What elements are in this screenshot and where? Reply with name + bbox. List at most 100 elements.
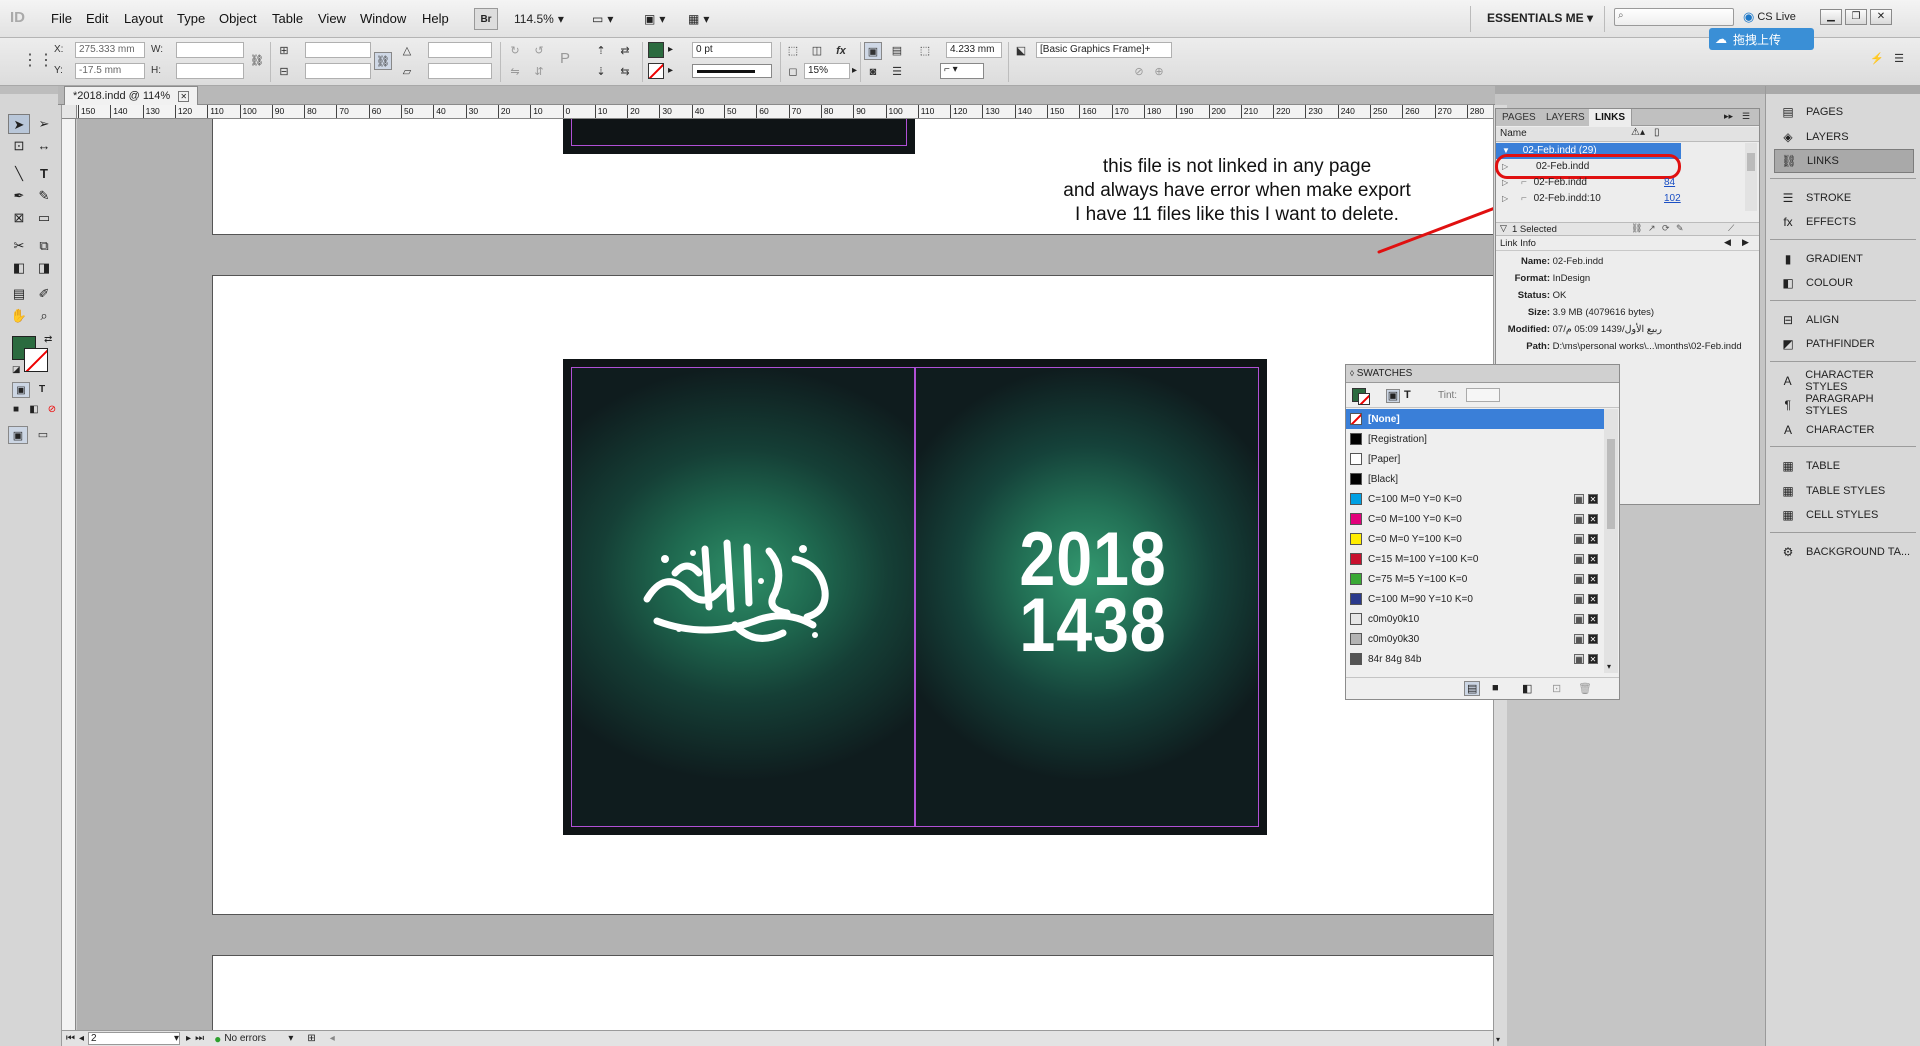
rotate-angle-field[interactable] (428, 42, 492, 58)
next-page-icon[interactable]: ▸ (186, 1033, 191, 1044)
reference-point-icon[interactable]: ⋮⋮ (22, 50, 54, 70)
swatch-row[interactable]: C=0 M=100 Y=0 K=0 ▦ ✕ (1346, 509, 1604, 529)
fit-frame-icon[interactable]: ▤ (888, 42, 906, 60)
vertical-ruler[interactable] (62, 119, 76, 1030)
page-column-icon[interactable]: ▯ (1654, 127, 1660, 138)
formatting-container-icon[interactable]: ▣ (1386, 389, 1400, 403)
swatches-scrollbar[interactable]: ▾ (1604, 409, 1618, 673)
gradient-feather-tool-icon[interactable]: ◨ (33, 258, 55, 278)
corner-options-icon[interactable]: ⬚ (784, 42, 802, 60)
dock-item-align[interactable]: ⊟ ALIGN (1774, 308, 1914, 332)
free-transform-tool-icon[interactable]: ⧉ (33, 236, 55, 256)
apply-color-icon[interactable]: ■ (8, 402, 24, 418)
formatting-text-icon[interactable]: T (1404, 389, 1411, 401)
stroke-color-box[interactable] (24, 348, 48, 372)
next-link-icon[interactable]: ▶ (1742, 237, 1749, 248)
swatch-row[interactable]: 84r 84g 84b ▦ ✕ (1346, 649, 1604, 669)
tab-pages[interactable]: PAGES (1496, 109, 1543, 126)
ruler-origin[interactable] (62, 105, 77, 119)
workspace-switcher[interactable]: ESSENTIALS ME ▾ (1487, 11, 1593, 25)
auto-fit-icon[interactable]: ⬚ (916, 42, 934, 60)
close-button[interactable]: ✕ (1870, 9, 1892, 25)
menu-object[interactable]: Object (219, 11, 257, 26)
select-container-icon[interactable]: ⇡ (592, 42, 610, 60)
edit-original-icon[interactable]: ✎ (1676, 223, 1684, 234)
fill-swatch[interactable] (648, 42, 664, 58)
delete-swatch-icon[interactable]: 🗑 (1578, 682, 1592, 695)
scale-x-icon[interactable]: ⊞ (275, 42, 293, 60)
scale-x-field[interactable] (305, 42, 371, 58)
help-search-input[interactable]: ⌕ (1614, 8, 1734, 26)
apply-none-icon[interactable]: ⊘ (44, 402, 60, 418)
minimize-button[interactable]: ▁ (1820, 9, 1842, 25)
relink-icon[interactable]: ⛓ (1631, 223, 1642, 234)
stroke-type-dropdown[interactable] (692, 64, 772, 78)
disclosure-closed-icon[interactable]: ▷ (1502, 194, 1508, 203)
formatting-text-icon[interactable]: T (33, 382, 51, 398)
stroke-weight-field[interactable]: 0 pt (692, 42, 772, 58)
rectangle-tool-icon[interactable]: ▭ (33, 208, 55, 228)
eyedropper-tool-icon[interactable]: ✐ (33, 284, 55, 304)
pen-tool-icon[interactable]: ✒ (8, 186, 30, 206)
scroll-thumb[interactable] (1747, 153, 1755, 171)
link-page-number[interactable]: 84 (1664, 175, 1675, 191)
scale-y-icon[interactable]: ⊟ (275, 63, 293, 81)
page-number-field[interactable]: 2 ▾ (88, 1032, 181, 1045)
gradient-swatch-tool-icon[interactable]: ◧ (8, 258, 30, 278)
swatch-row[interactable]: c0m0y0k30 ▦ ✕ (1346, 629, 1604, 649)
menu-view[interactable]: View (318, 11, 346, 26)
image-frame-spread[interactable]: 2018 1438 (563, 359, 1267, 835)
tab-links[interactable]: LINKS (1589, 109, 1632, 126)
show-all-swatches-icon[interactable]: ▤ (1464, 681, 1481, 696)
dock-item-stroke[interactable]: ☰ STROKE (1774, 186, 1914, 210)
dock-grip[interactable] (1766, 86, 1920, 94)
rotate-cw-icon[interactable]: ↻ (506, 42, 524, 60)
menu-layout[interactable]: Layout (124, 11, 163, 26)
rotate-ccw-icon[interactable]: ↺ (530, 42, 548, 60)
disclosure-closed-icon[interactable]: ▷ (1502, 178, 1508, 187)
x-position-field[interactable]: 275.333 mm (75, 42, 145, 58)
default-colors-icon[interactable]: ◪ (12, 364, 21, 375)
text-wrap-icon[interactable]: ◙ (864, 63, 882, 81)
offset-field[interactable]: 4.233 mm (946, 42, 1002, 58)
chevron-right-icon[interactable]: ▸ (668, 65, 673, 76)
dock-item-gradient[interactable]: ▮ GRADIENT (1774, 247, 1914, 271)
swatch-row[interactable]: C=15 M=100 Y=100 K=0 ▦ ✕ (1346, 549, 1604, 569)
dock-item-colour[interactable]: ◧ COLOUR (1774, 271, 1914, 295)
dock-item-table[interactable]: ▦ TABLE (1774, 454, 1914, 478)
update-link-icon[interactable]: ⟳ (1662, 223, 1670, 234)
dock-item-character-styles[interactable]: A CHARACTER STYLES (1774, 369, 1914, 393)
page-next[interactable] (212, 955, 1495, 1030)
show-gradient-swatches-icon[interactable]: ◧ (1522, 682, 1532, 695)
line-tool-icon[interactable]: ╲ (8, 164, 30, 184)
swatch-row[interactable]: [Black] (1346, 469, 1604, 489)
object-style-dropdown[interactable]: [Basic Graphics Frame]+ (1036, 42, 1172, 58)
pasteboard[interactable]: 2018 1438 this file is not linked in any… (77, 119, 1495, 1030)
stroke-swatch[interactable] (1358, 393, 1370, 405)
menu-window[interactable]: Window (360, 11, 406, 26)
corner-shape-dropdown[interactable]: ⌐ ▾ (940, 63, 984, 79)
flip-horizontal-icon[interactable]: ⇋ (506, 63, 524, 81)
swatch-row[interactable]: c0m0y0k10 ▦ ✕ (1346, 609, 1604, 629)
page-tool-icon[interactable]: ⊡ (8, 136, 30, 156)
resize-grip-icon[interactable]: ⟋ (1728, 223, 1734, 234)
dock-item-pathfinder[interactable]: ◩ PATHFINDER (1774, 332, 1914, 356)
shear-angle-field[interactable] (428, 63, 492, 79)
constrain-proportions-icon[interactable]: ⛓ (248, 52, 266, 70)
new-swatch-icon[interactable]: ⊡ (1552, 682, 1561, 695)
shear-angle-icon[interactable]: ▱ (398, 63, 416, 81)
fit-content-icon[interactable]: ▣ (864, 42, 882, 60)
zoom-dropdown[interactable]: 114.5% ▾ (510, 8, 568, 30)
pencil-tool-icon[interactable]: ✎ (33, 186, 55, 206)
arrange-documents-dropdown[interactable]: ▦ ▾ (684, 8, 713, 30)
bridge-button[interactable]: Br (474, 8, 498, 30)
dock-item-pages[interactable]: ▤ PAGES (1774, 100, 1914, 124)
y-position-field[interactable]: -17.5 mm (75, 63, 145, 79)
stroke-swatch[interactable] (648, 63, 664, 79)
dock-item-table-styles[interactable]: ▦ TABLE STYLES (1774, 479, 1914, 503)
scroll-thumb[interactable] (1607, 439, 1615, 529)
rotate-angle-icon[interactable]: △ (398, 42, 416, 60)
dock-item-links[interactable]: ⛓ LINKS (1774, 149, 1914, 173)
swatch-row[interactable]: C=100 M=90 Y=10 K=0 ▦ ✕ (1346, 589, 1604, 609)
constrain-scale-icon[interactable]: ⛓ (374, 52, 392, 70)
